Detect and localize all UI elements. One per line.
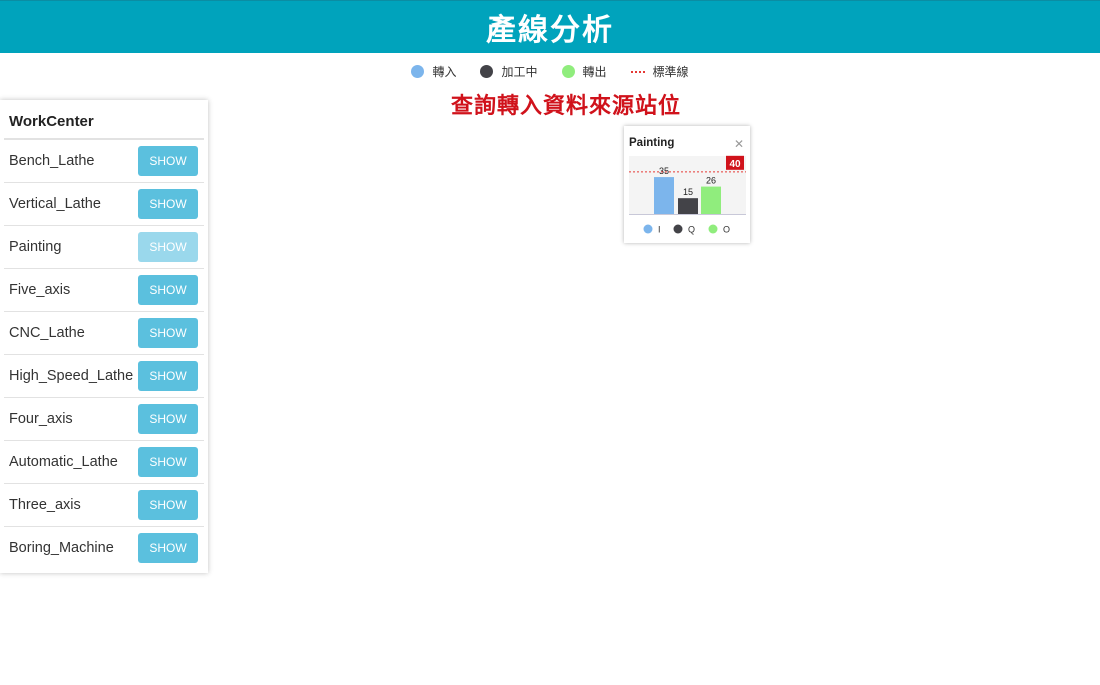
workcenter-name: Boring_Machine bbox=[9, 540, 114, 556]
workcenter-row: Bench_Lathe SHOW bbox=[4, 140, 204, 183]
legend-dot-icon bbox=[673, 224, 683, 234]
legend-label: 轉入 bbox=[432, 65, 457, 79]
data-label: 26 bbox=[706, 176, 716, 186]
mini-bar-chart: 35 15 26 40 I Q O bbox=[629, 155, 746, 235]
workcenter-panel: WorkCenter Bench_Lathe SHOW Vertical_Lathe… bbox=[0, 100, 208, 573]
legend-item-standard[interactable]: 標準線 bbox=[630, 63, 689, 80]
workcenter-row: CNC_Lathe SHOW bbox=[4, 312, 204, 355]
workcenter-name: Three_axis bbox=[9, 497, 81, 513]
legend-label: 加工中 bbox=[501, 65, 538, 79]
show-button[interactable]: SHOW bbox=[138, 361, 198, 391]
legend-dot-icon bbox=[480, 65, 494, 78]
show-button[interactable]: SHOW bbox=[138, 232, 198, 262]
legend-label: 轉出 bbox=[582, 65, 607, 79]
workcenter-name: High_Speed_Lathe bbox=[9, 368, 134, 384]
workcenter-row: Four_axis SHOW bbox=[4, 398, 204, 441]
show-button[interactable]: SHOW bbox=[138, 447, 198, 477]
chart-popup: Painting ✕ 35 15 26 40 I Q O bbox=[624, 126, 750, 243]
workcenter-name: Painting bbox=[9, 239, 62, 255]
workcenter-row: Three_axis SHOW bbox=[4, 484, 204, 527]
workcenter-name: Vertical_Lathe bbox=[9, 196, 101, 212]
chart-legend: 轉入 加工中 轉出 標準線 bbox=[0, 63, 1100, 80]
workcenter-name: Automatic_Lathe bbox=[9, 454, 118, 470]
dashed-line-icon bbox=[630, 70, 645, 73]
legend-dot-icon bbox=[643, 224, 653, 234]
legend-label: Q bbox=[688, 225, 695, 235]
workcenter-row: Vertical_Lathe SHOW bbox=[4, 183, 204, 226]
show-button[interactable]: SHOW bbox=[138, 189, 198, 219]
bar-O bbox=[701, 186, 721, 214]
show-button[interactable]: SHOW bbox=[138, 275, 198, 305]
legend-dot-icon bbox=[561, 65, 575, 78]
legend-item-out[interactable]: 轉出 bbox=[561, 63, 607, 80]
workcenter-row: Five_axis SHOW bbox=[4, 269, 204, 312]
show-button[interactable]: SHOW bbox=[138, 146, 198, 176]
page-title: 產線分析 bbox=[486, 13, 614, 48]
show-button[interactable]: SHOW bbox=[138, 490, 198, 520]
standard-label: 40 bbox=[729, 159, 741, 170]
legend-item-processing[interactable]: 加工中 bbox=[480, 63, 538, 80]
bar-I bbox=[654, 177, 674, 214]
workcenter-row: Automatic_Lathe SHOW bbox=[4, 441, 204, 484]
data-label: 35 bbox=[659, 166, 669, 176]
workcenter-name: Bench_Lathe bbox=[9, 153, 95, 169]
workcenter-row: High_Speed_Lathe SHOW bbox=[4, 355, 204, 398]
legend-label: I bbox=[658, 225, 661, 235]
legend-item-in[interactable]: 轉入 bbox=[411, 63, 456, 80]
legend-label: O bbox=[723, 225, 730, 235]
workcenter-name: Four_axis bbox=[9, 411, 73, 427]
app-header: 產線分析 bbox=[0, 0, 1100, 53]
show-button[interactable]: SHOW bbox=[138, 404, 198, 434]
bar-Q bbox=[678, 198, 698, 214]
legend-dot-icon bbox=[411, 65, 425, 78]
legend-label: 標準線 bbox=[652, 65, 689, 79]
workcenter-name: CNC_Lathe bbox=[9, 325, 85, 341]
legend-dot-icon bbox=[708, 224, 718, 234]
workcenter-row: Boring_Machine SHOW bbox=[4, 527, 204, 569]
workcenter-name: Five_axis bbox=[9, 282, 71, 298]
data-label: 15 bbox=[683, 187, 693, 197]
workcenter-row: Painting SHOW bbox=[4, 226, 204, 269]
show-button[interactable]: SHOW bbox=[138, 533, 198, 563]
show-button[interactable]: SHOW bbox=[138, 318, 198, 348]
panel-heading: WorkCenter bbox=[4, 100, 204, 140]
